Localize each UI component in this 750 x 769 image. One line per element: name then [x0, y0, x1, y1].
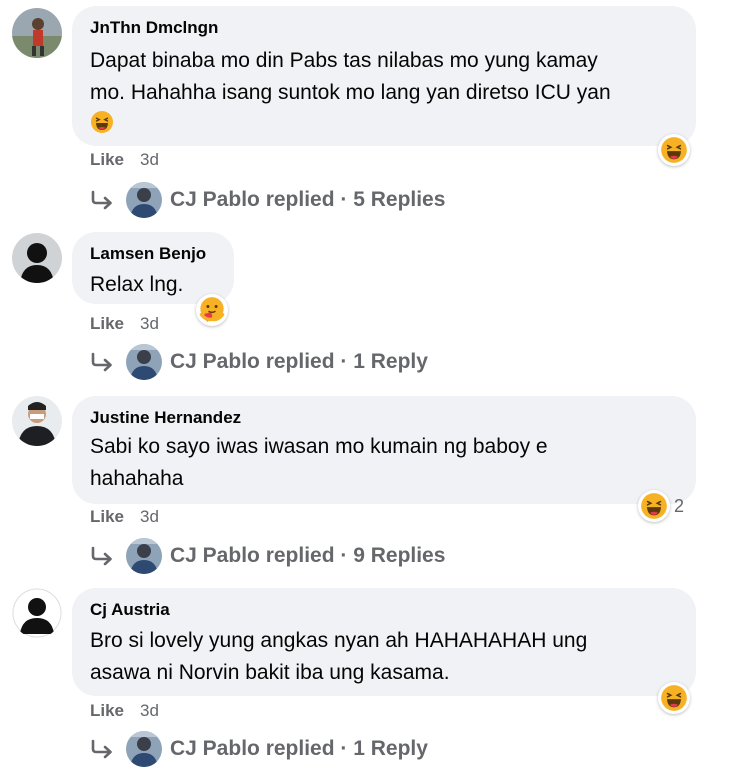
comment-text-line: asawa ni Norvin bakit iba ung kasama. [90, 661, 450, 684]
reaction-badge[interactable]: 2 [638, 488, 684, 524]
comment-text-line: Bro si lovely yung angkas nyan ah HAHAHA… [90, 629, 588, 652]
haha-icon [658, 682, 690, 714]
like-link[interactable]: Like [90, 507, 124, 526]
avatar [126, 344, 162, 380]
comment-author[interactable]: JnThn Dmclngn [90, 18, 218, 38]
reply-arrow-icon [90, 190, 116, 210]
comment-time[interactable]: 3d [140, 150, 159, 169]
like-link[interactable]: Like [90, 701, 124, 720]
comment-actions: Like 3d [90, 314, 159, 334]
replies-summary: CJ Pablo replied · 5 Replies [170, 188, 446, 211]
replies-summary: CJ Pablo replied · 1 Reply [170, 350, 428, 373]
reaction-badge[interactable] [196, 292, 228, 328]
avatar[interactable] [12, 8, 62, 58]
comment-actions: Like 3d [90, 507, 159, 527]
like-link[interactable]: Like [90, 150, 124, 169]
comment-text-line: hahahaha [90, 467, 184, 490]
reaction-badge[interactable] [658, 132, 690, 168]
replies-summary: CJ Pablo replied · 9 Replies [170, 544, 446, 567]
comment-time[interactable]: 3d [140, 314, 159, 333]
comment-time[interactable]: 3d [140, 701, 159, 720]
replies-summary: CJ Pablo replied · 1 Reply [170, 737, 428, 760]
reply-arrow-icon [90, 352, 116, 372]
haha-icon [90, 110, 114, 139]
avatar[interactable] [12, 588, 62, 638]
comment-text-line: Sabi ko sayo iwas iwasan mo kumain ng ba… [90, 435, 548, 458]
view-replies-link[interactable]: CJ Pablo replied · 9 Replies [90, 538, 445, 574]
reaction-count: 2 [674, 495, 685, 516]
like-link[interactable]: Like [90, 314, 124, 333]
avatar [126, 182, 162, 218]
avatar [126, 538, 162, 574]
comment-time[interactable]: 3d [140, 507, 159, 526]
comment-author[interactable]: Justine Hernandez [90, 408, 241, 428]
comment-text-line: mo. Hahahha isang suntok mo lang yan dir… [90, 81, 611, 104]
care-icon [196, 294, 228, 326]
reply-arrow-icon [90, 546, 116, 566]
comment-text-line: Dapat binaba mo din Pabs tas nilabas mo … [90, 49, 598, 72]
comment-author[interactable]: Lamsen Benjo [90, 244, 206, 264]
reply-arrow-icon [90, 739, 116, 759]
comment-actions: Like 3d [90, 701, 159, 721]
view-replies-link[interactable]: CJ Pablo replied · 1 Reply [90, 731, 428, 767]
reaction-badge[interactable] [658, 680, 690, 716]
comment-actions: Like 3d [90, 150, 159, 170]
comment-text-line: Relax lng. [90, 273, 184, 296]
haha-icon [638, 490, 670, 522]
comment-author[interactable]: Cj Austria [90, 600, 170, 620]
view-replies-link[interactable]: CJ Pablo replied · 5 Replies [90, 182, 445, 218]
view-replies-link[interactable]: CJ Pablo replied · 1 Reply [90, 344, 428, 380]
avatar[interactable] [12, 233, 62, 283]
avatar[interactable] [12, 396, 62, 446]
avatar [126, 731, 162, 767]
haha-icon [658, 134, 690, 166]
